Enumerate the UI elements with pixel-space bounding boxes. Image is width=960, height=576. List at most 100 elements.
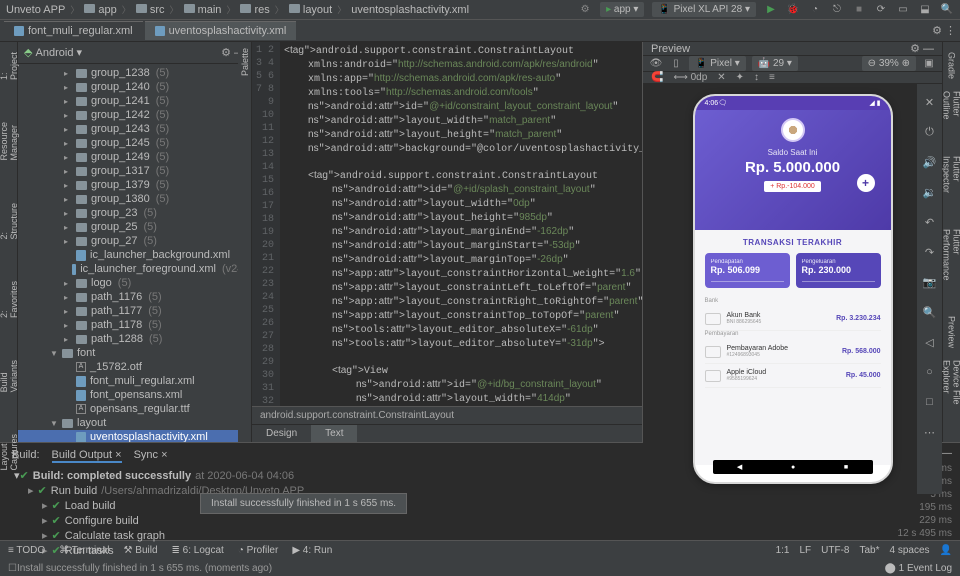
tool-tab[interactable]: 2: Favorites (0, 275, 21, 324)
debug-icon[interactable]: 🐞 (786, 3, 800, 17)
tool-tab[interactable]: 2: Structure (0, 197, 21, 246)
tree-item[interactable]: ▸path_1288(5) (18, 332, 251, 346)
align-icon[interactable]: ≡ (769, 72, 775, 83)
tree-item[interactable]: ▸group_1241(5) (18, 94, 251, 108)
breadcrumb-segment[interactable]: Unveto APP (6, 4, 65, 16)
tree-item[interactable]: ▸group_23(5) (18, 206, 251, 220)
tree-item[interactable]: ▸group_1245(5) (18, 136, 251, 150)
editor-tab[interactable]: font_muli_regular.xml (4, 21, 143, 40)
run-config-module[interactable]: ▸ app ▾ (600, 2, 644, 17)
fit-icon[interactable]: ▣ (922, 57, 936, 71)
status-tool[interactable]: ◔ Profiler (238, 545, 279, 556)
sync-tab[interactable]: Sync × (134, 449, 168, 463)
tree-item[interactable]: ▸group_1317(5) (18, 164, 251, 178)
run-config-device[interactable]: 📱 Pixel XL API 28 ▾ (652, 2, 756, 17)
tree-item[interactable]: ic_launcher_background.xml (18, 248, 251, 262)
editor-breadcrumb[interactable]: android.support.constraint.ConstraintLay… (252, 406, 642, 424)
tree-item[interactable]: ▸path_1176(5) (18, 290, 251, 304)
tool-tab[interactable]: 1: Project (0, 46, 21, 86)
breadcrumb-segment[interactable]: src (136, 4, 165, 16)
more-icon[interactable]: ⋯ (922, 424, 938, 440)
tree-item[interactable]: ▸group_27(5) (18, 234, 251, 248)
infer-icon[interactable]: ✦ (736, 72, 744, 83)
tool-tab[interactable]: Flutter Inspector (940, 150, 960, 223)
status-tool[interactable]: ⌘ Terminal (59, 545, 109, 556)
attach-icon[interactable]: ⎋ (830, 3, 844, 17)
recents-icon[interactable]: □ (922, 394, 938, 410)
power-icon[interactable]: ⏻ (922, 124, 938, 140)
api-select[interactable]: 🤖 29 ▾ (752, 56, 798, 71)
breadcrumb-segment[interactable]: res (240, 4, 269, 16)
tree-item[interactable]: ▸logo(5) (18, 276, 251, 290)
tool-tab[interactable]: Gradle (945, 46, 959, 85)
close-icon[interactable]: ✕ (922, 94, 938, 110)
avd-icon[interactable]: ▭ (896, 3, 910, 17)
rotate-left-icon[interactable]: ↶ (922, 214, 938, 230)
tool-tab[interactable]: Preview (945, 310, 959, 354)
project-tree[interactable]: ▸group_1238(5)▸group_1240(5)▸group_1241(… (18, 64, 251, 442)
tool-tab[interactable]: Resource Manager (0, 116, 21, 167)
tool-tab[interactable]: Flutter Performance (940, 223, 960, 310)
tree-item[interactable]: ic_launcher_foreground.xml(v24) (18, 262, 251, 276)
breadcrumb-segment[interactable]: layout (289, 4, 332, 16)
line-separator[interactable]: LF (799, 545, 811, 556)
preview-hide-icon[interactable]: — (923, 43, 934, 55)
tree-item[interactable]: A_15782.otf (18, 360, 251, 374)
tool-tab[interactable]: Flutter Outline (940, 85, 960, 150)
build-output-tab[interactable]: Build Output × (52, 449, 122, 463)
volume-down-icon[interactable]: 🔉 (922, 184, 938, 200)
orientation-icon[interactable]: ▯ (669, 57, 683, 71)
tab-text[interactable]: Text (311, 425, 357, 442)
device-select[interactable]: 📱 Pixel ▾ (689, 56, 746, 71)
palette-tab[interactable]: Palette (238, 42, 252, 82)
tree-item[interactable]: ▸group_1238(5) (18, 66, 251, 80)
code-area[interactable]: <tag">android.support.constraint.Constra… (280, 42, 642, 406)
build-icon[interactable]: ⚙ (578, 3, 592, 17)
camera-icon[interactable]: 📷 (922, 274, 938, 290)
home-icon[interactable]: ○ (922, 364, 938, 380)
code-editor[interactable]: 1 2 3 4 5 6 7 8 9 10 11 12 13 14 15 16 1… (252, 42, 642, 442)
breadcrumb-segment[interactable]: main (184, 4, 222, 16)
zoom-level[interactable]: ⊖ 39% ⊕ (862, 56, 916, 71)
tool-tab[interactable]: Layout Captures (0, 428, 21, 477)
back-icon[interactable]: ◁ (922, 334, 938, 350)
add-button[interactable]: + (857, 174, 875, 192)
magnet-icon[interactable]: 🧲 (651, 72, 663, 83)
tree-item[interactable]: ▸group_1380(5) (18, 192, 251, 206)
margin-default[interactable]: ⟷ 0dp (673, 72, 707, 83)
status-tool[interactable]: ⚒ Build (124, 545, 158, 556)
tree-item[interactable]: font_opensans.xml (18, 388, 251, 402)
stop-icon[interactable]: ■ (852, 3, 866, 17)
tree-item[interactable]: ▸path_1177(5) (18, 304, 251, 318)
tree-item[interactable]: ▸group_1240(5) (18, 80, 251, 94)
indent-info[interactable]: Tab* (860, 545, 880, 556)
editor-tabs-settings[interactable]: ⚙ ⋮ (932, 24, 956, 37)
list-item[interactable]: Apple iCloud#9585199624Rp. 45.000 (705, 364, 881, 388)
tree-item[interactable]: ▼layout (18, 416, 251, 430)
tree-item[interactable]: uventosplashactivity.xml (18, 430, 251, 442)
search-icon[interactable]: 🔍 (940, 3, 954, 17)
status-tool[interactable]: ▶ 4: Run (292, 545, 332, 556)
file-encoding[interactable]: UTF-8 (821, 545, 849, 556)
sync-icon[interactable]: ⟳ (874, 3, 888, 17)
status-tool[interactable]: ≡ TODO (8, 545, 45, 556)
tab-design[interactable]: Design (252, 425, 311, 442)
tree-item[interactable]: Aopensans_regular.ttf (18, 402, 251, 416)
breadcrumb-segment[interactable]: uventosplashactivity.xml (351, 4, 469, 16)
list-item[interactable]: Akun BankBNI 886295645Rp. 3.230.234 (705, 307, 881, 331)
spaces-info[interactable]: 4 spaces (890, 545, 930, 556)
sdk-icon[interactable]: ⬓ (918, 3, 932, 17)
pack-icon[interactable]: ↕ (754, 72, 759, 83)
status-tool[interactable]: ≣ 6: Logcat (172, 545, 224, 556)
profile-icon[interactable]: ◔ (808, 3, 822, 17)
editor-tab[interactable]: uventosplashactivity.xml (145, 21, 297, 40)
volume-up-icon[interactable]: 🔊 (922, 154, 938, 170)
tree-item[interactable]: ▸group_25(5) (18, 220, 251, 234)
tree-item[interactable]: ▸path_1178(5) (18, 318, 251, 332)
run-icon[interactable]: ▶ (764, 3, 778, 17)
tree-item[interactable]: ▸group_1379(5) (18, 178, 251, 192)
tool-tab[interactable]: Build Variants (0, 354, 21, 398)
preview-settings-icon[interactable]: ⚙ (910, 43, 920, 55)
tree-item[interactable]: ▸group_1249(5) (18, 150, 251, 164)
clear-icon[interactable]: ✕ (717, 72, 725, 83)
